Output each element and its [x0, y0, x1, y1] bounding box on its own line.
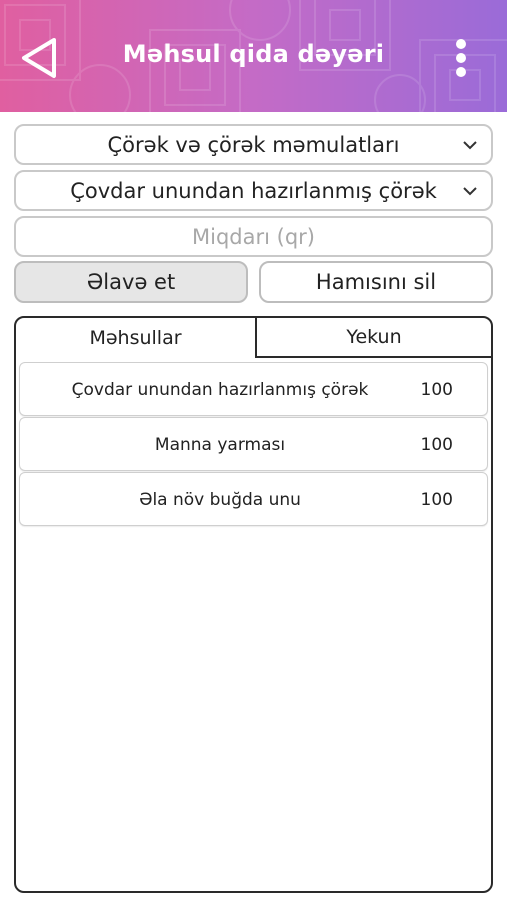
category-select-value: Çörək və çörək məmulatları — [107, 132, 400, 157]
more-menu-button[interactable] — [448, 36, 474, 80]
tab-products[interactable]: Məhsullar — [16, 318, 255, 358]
app-header: Məhsul qida dəyəri — [0, 0, 507, 112]
item-name: Manna yarması — [154, 435, 286, 455]
tab-bar: Məhsullar Yekun — [16, 318, 491, 358]
item-quantity: 100 — [420, 490, 453, 510]
list-item[interactable]: Əla növ buğda unu 100 — [19, 472, 488, 526]
chevron-down-icon — [463, 187, 477, 196]
item-quantity: 100 — [420, 435, 453, 455]
clear-all-button[interactable]: Hamısını sil — [259, 261, 493, 303]
product-select-value: Çovdar unundan hazırlanmış çörək — [70, 178, 437, 203]
amount-input-placeholder: Miqdarı (qr) — [192, 224, 315, 249]
amount-input[interactable]: Miqdarı (qr) — [14, 216, 493, 257]
list-item[interactable]: Manna yarması 100 — [19, 417, 488, 471]
tab-total[interactable]: Yekun — [255, 318, 491, 358]
list-item[interactable]: Çovdar unundan hazırlanmış çörək 100 — [19, 362, 488, 416]
item-name: Çovdar unundan hazırlanmış çörək — [71, 380, 369, 400]
chevron-down-icon — [463, 141, 477, 150]
add-button[interactable]: Əlavə et — [14, 261, 248, 303]
category-select[interactable]: Çörək və çörək məmulatları — [14, 124, 493, 165]
more-vertical-icon — [456, 39, 466, 77]
page-title: Məhsul qida dəyəri — [122, 40, 385, 68]
products-panel: Məhsullar Yekun Çovdar unundan hazırlanm… — [14, 316, 493, 893]
item-quantity: 100 — [420, 380, 453, 400]
item-name: Əla növ buğda unu — [139, 490, 301, 510]
product-select[interactable]: Çovdar unundan hazırlanmış çörək — [14, 170, 493, 211]
product-list: Çovdar unundan hazırlanmış çörək 100 Man… — [19, 362, 488, 527]
